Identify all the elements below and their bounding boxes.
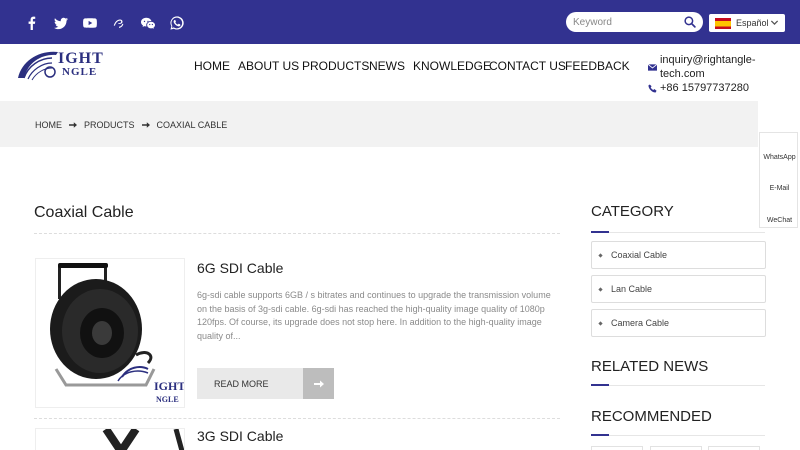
read-more-arrow bbox=[303, 368, 334, 399]
facebook-icon[interactable] bbox=[18, 14, 46, 32]
language-selector[interactable]: Español bbox=[709, 14, 785, 32]
arrow-right-icon bbox=[313, 380, 324, 387]
arrow-right-icon bbox=[141, 122, 150, 128]
nav-products[interactable]: PRODUCTS bbox=[302, 59, 369, 73]
nav-news[interactable]: NEWS bbox=[369, 59, 405, 73]
read-more-label: READ MORE bbox=[214, 378, 269, 389]
email-text: inquiry@rightangle-tech.com bbox=[659, 54, 756, 80]
divider bbox=[591, 385, 765, 386]
bullet-icon bbox=[598, 320, 603, 326]
breadcrumb-products[interactable]: PRODUCTS bbox=[84, 120, 135, 130]
chevron-down-icon bbox=[770, 20, 779, 26]
category-label: Camera Cable bbox=[611, 318, 670, 328]
search-input[interactable] bbox=[573, 16, 683, 28]
float-email[interactable]: E-Mail bbox=[760, 185, 799, 192]
breadcrumb-home[interactable]: HOME bbox=[35, 120, 62, 130]
product-image[interactable]: IGHT NGLE bbox=[35, 258, 185, 408]
breadcrumb: HOME PRODUCTS COAXIAL CABLE bbox=[35, 120, 227, 130]
page-title: Coaxial Cable bbox=[34, 204, 134, 221]
related-news-heading: RELATED NEWS bbox=[591, 358, 709, 375]
bullet-icon bbox=[598, 286, 603, 292]
link-icon[interactable] bbox=[105, 14, 133, 32]
category-item-coaxial-cable[interactable]: Coaxial Cable bbox=[591, 241, 766, 269]
bullet-icon bbox=[598, 252, 603, 258]
heading-accent bbox=[591, 231, 609, 233]
top-bar: Español bbox=[0, 0, 800, 44]
logo-text-bottom: NGLE bbox=[62, 66, 98, 78]
nav-feedback[interactable]: FEEDBACK bbox=[565, 59, 630, 73]
category-label: Coaxial Cable bbox=[611, 250, 668, 260]
site-logo[interactable]: IGHT NGLE bbox=[16, 48, 103, 82]
phone-text: +86 15797737280 bbox=[660, 82, 750, 94]
nav-about-us[interactable]: ABOUT US bbox=[238, 59, 299, 73]
header-contact: inquiry@rightangle-tech.com +86 15797737… bbox=[648, 53, 800, 95]
breadcrumb-current: COAXIAL CABLE bbox=[156, 120, 228, 130]
language-label: Español bbox=[736, 18, 769, 28]
float-wechat[interactable]: WeChat bbox=[760, 217, 799, 224]
product-image[interactable] bbox=[35, 428, 185, 450]
read-more-button[interactable]: READ MORE bbox=[197, 368, 334, 399]
category-item-camera-cable[interactable]: Camera Cable bbox=[591, 309, 766, 337]
wechat-icon[interactable] bbox=[134, 14, 162, 32]
heading-accent bbox=[591, 384, 609, 386]
arrow-right-icon bbox=[69, 122, 77, 128]
cable-image bbox=[102, 429, 184, 450]
recommended-thumb[interactable] bbox=[650, 446, 702, 450]
envelope-icon bbox=[648, 63, 657, 71]
product-title[interactable]: 3G SDI Cable bbox=[197, 428, 283, 444]
divider bbox=[591, 435, 765, 436]
nav-contact-us[interactable]: CONTACT US bbox=[489, 59, 566, 73]
search-icon[interactable] bbox=[684, 16, 696, 28]
spain-flag-icon bbox=[715, 17, 731, 29]
divider bbox=[591, 232, 765, 233]
divider bbox=[34, 233, 560, 234]
category-item-lan-cable[interactable]: Lan Cable bbox=[591, 275, 766, 303]
recommended-thumb[interactable] bbox=[708, 446, 760, 450]
thumb-logo-bottom: NGLE bbox=[156, 395, 179, 404]
twitter-icon[interactable] bbox=[47, 14, 75, 32]
divider bbox=[34, 418, 560, 419]
phone-icon bbox=[648, 83, 657, 93]
logo-swoosh-icon bbox=[18, 51, 58, 81]
whatsapp-icon[interactable] bbox=[163, 14, 191, 32]
recommended-thumb[interactable] bbox=[591, 446, 643, 450]
thumb-logo-top: IGHT bbox=[154, 379, 185, 393]
product-title[interactable]: 6G SDI Cable bbox=[197, 260, 283, 276]
youtube-icon[interactable] bbox=[76, 14, 104, 32]
nav-home[interactable]: HOME bbox=[194, 59, 230, 73]
search-box bbox=[566, 12, 703, 32]
category-label: Lan Cable bbox=[611, 284, 653, 294]
phone-line[interactable]: +86 15797737280 bbox=[648, 81, 800, 95]
email-line[interactable]: inquiry@rightangle-tech.com bbox=[648, 53, 800, 81]
category-heading: CATEGORY bbox=[591, 203, 674, 220]
float-whatsapp[interactable]: WhatsApp bbox=[760, 154, 799, 161]
breadcrumb-band: HOME PRODUCTS COAXIAL CABLE bbox=[0, 101, 758, 147]
floating-contact-bar: WhatsApp E-Mail WeChat bbox=[759, 132, 798, 228]
nav-knowledge[interactable]: KNOWLEDGE bbox=[413, 59, 491, 73]
heading-accent bbox=[591, 434, 609, 436]
social-links bbox=[18, 14, 192, 32]
product-description: 6g-sdi cable supports 6GB / s bitrates a… bbox=[197, 290, 551, 341]
recommended-heading: RECOMMENDED bbox=[591, 408, 712, 425]
